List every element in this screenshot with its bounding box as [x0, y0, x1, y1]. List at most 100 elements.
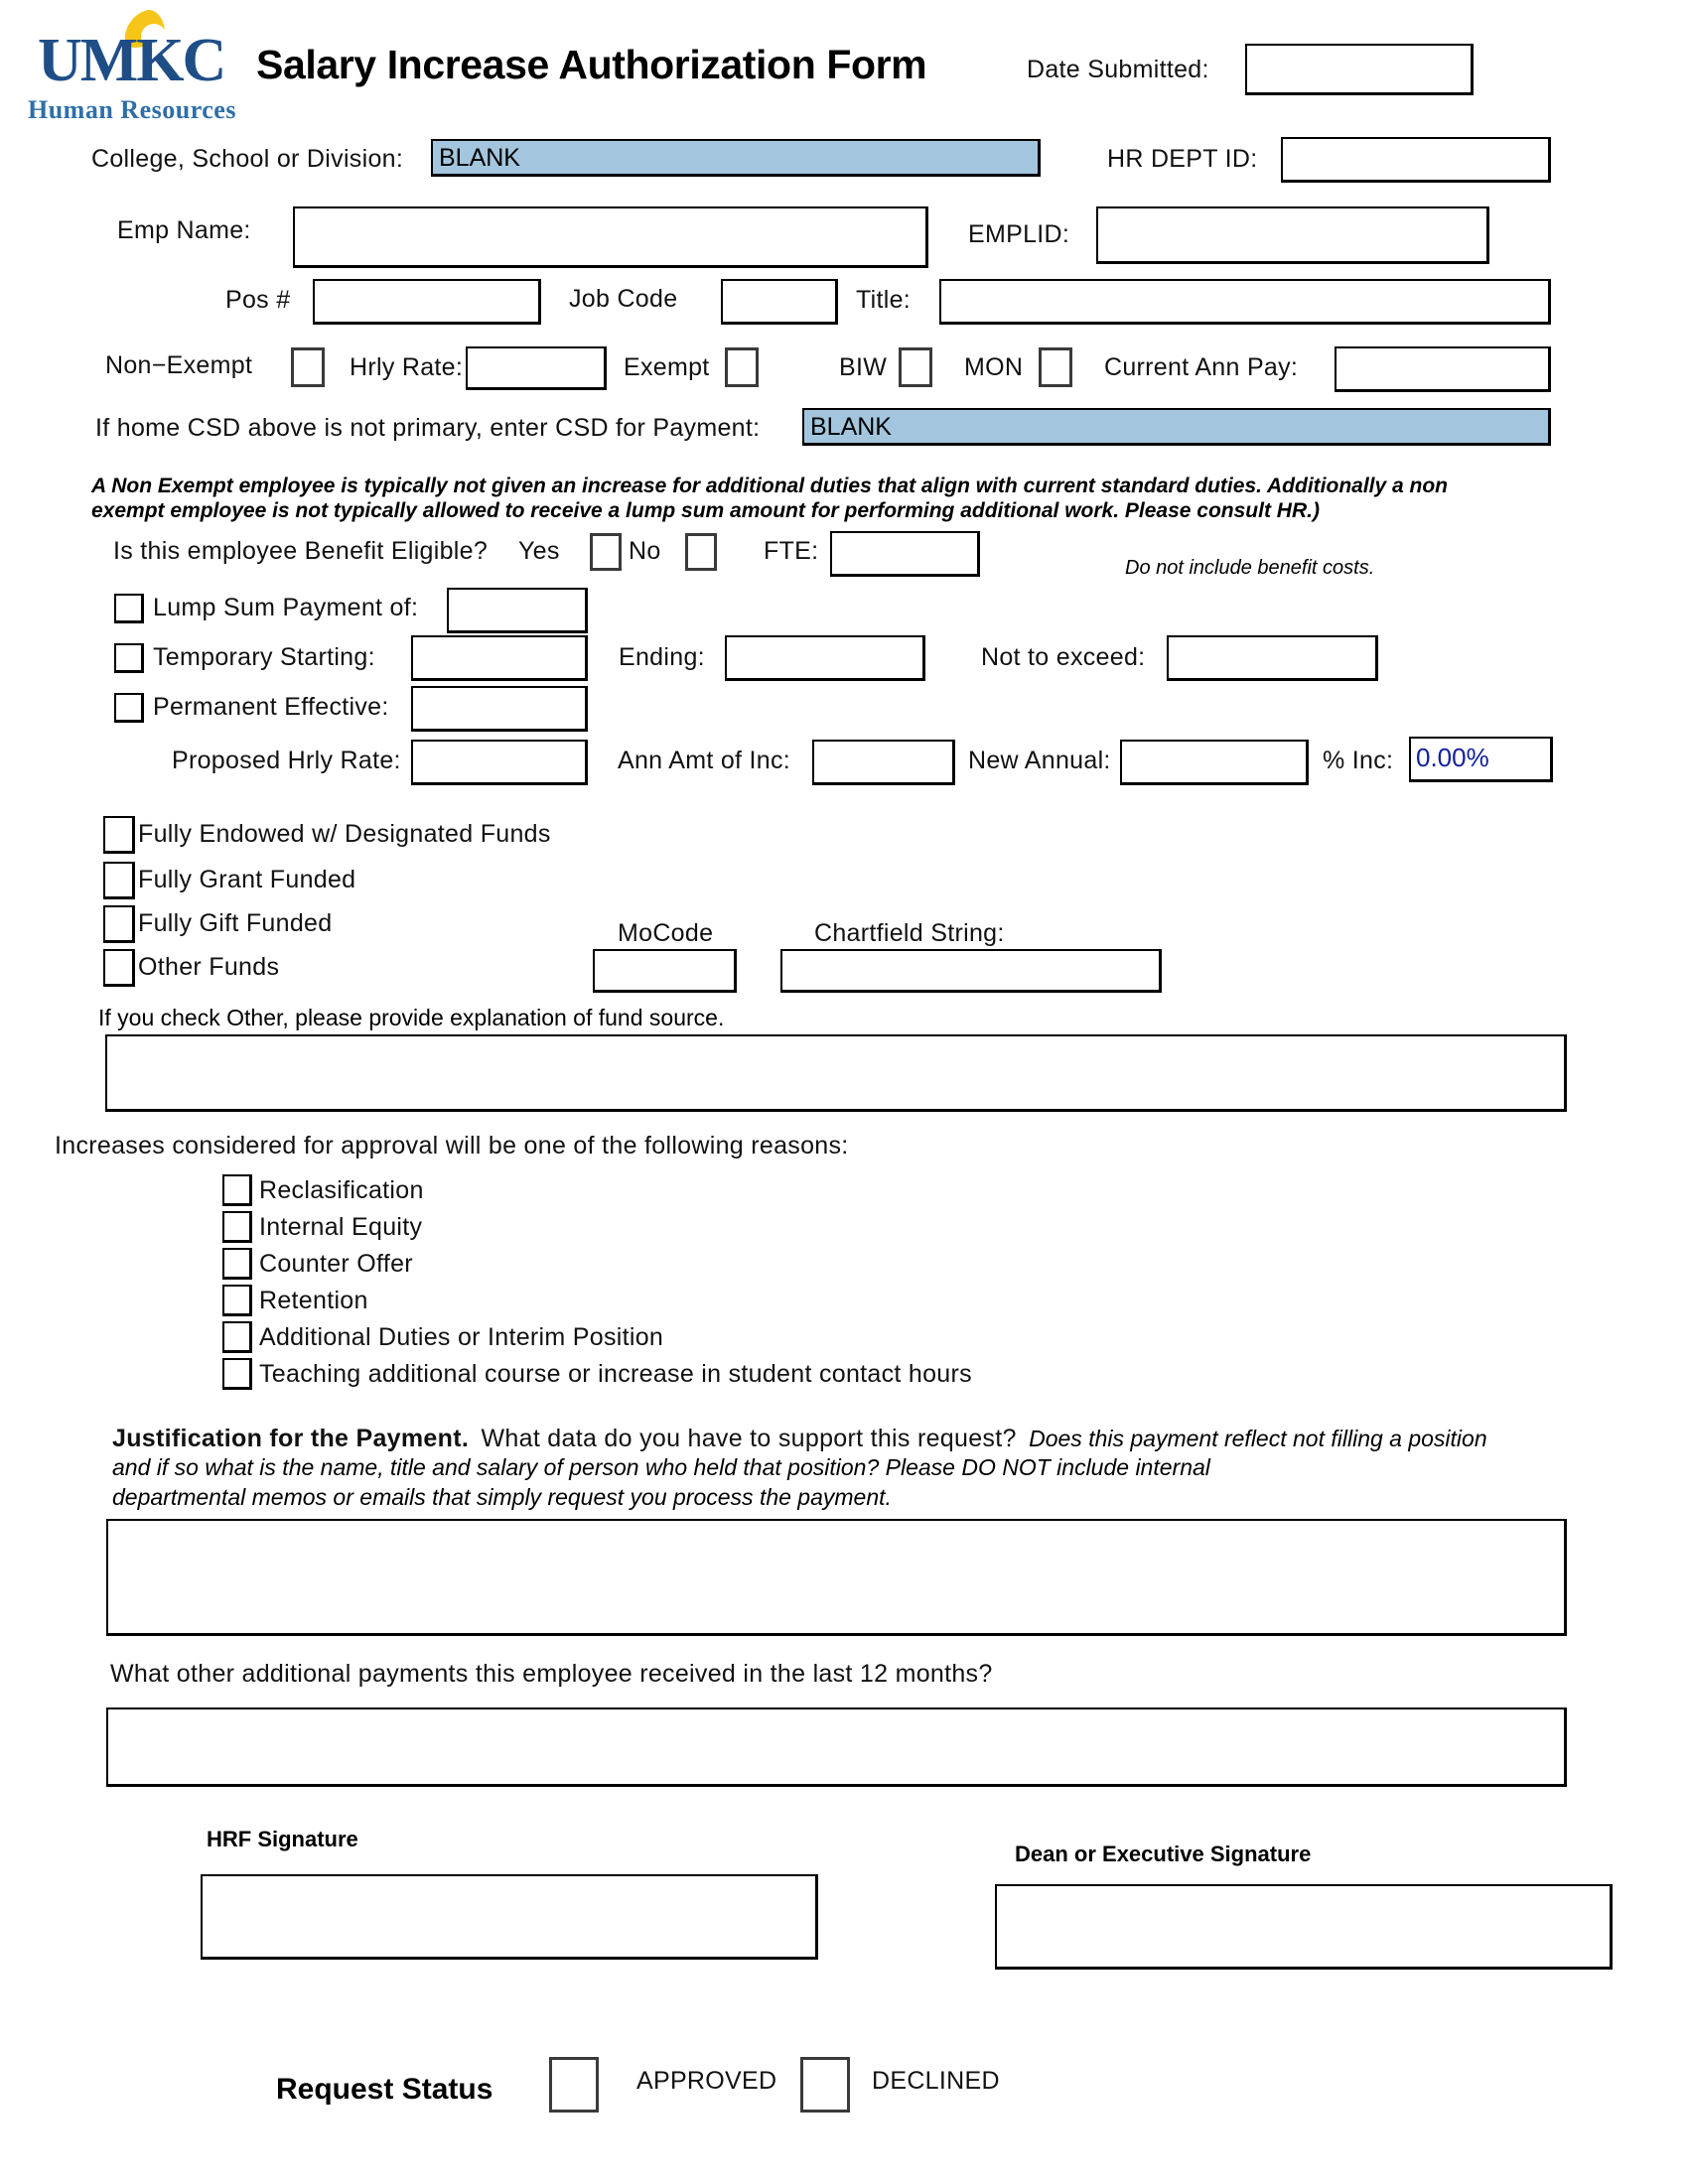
job-code-field[interactable]: [721, 279, 838, 325]
benefit-yes-checkbox[interactable]: [590, 533, 622, 571]
emp-name-label: Emp Name:: [117, 216, 251, 244]
not-to-exceed-label: Not to exceed:: [981, 643, 1146, 671]
ending-field[interactable]: [725, 635, 925, 681]
benefit-no-checkbox[interactable]: [685, 533, 717, 571]
reason-teaching-checkbox[interactable]: [222, 1358, 252, 1390]
approved-label: APPROVED: [636, 2067, 777, 2095]
other-explanation-textarea[interactable]: [105, 1034, 1567, 1112]
fte-label: FTE:: [764, 537, 819, 565]
current-ann-pay-field[interactable]: [1335, 346, 1551, 392]
fully-grant-funded-label: Fully Grant Funded: [138, 866, 356, 893]
biw-label: BIW: [839, 353, 888, 381]
csd-field[interactable]: BLANK: [431, 139, 1041, 177]
hrf-signature-field[interactable]: [201, 1874, 818, 1960]
page-title: Salary Increase Authorization Form: [256, 42, 927, 87]
new-annual-label: New Annual:: [968, 747, 1111, 774]
csd-payment-label: If home CSD above is not primary, enter …: [95, 414, 761, 442]
approved-checkbox[interactable]: [549, 2057, 599, 2113]
fully-gift-funded-checkbox[interactable]: [103, 905, 135, 943]
permanent-effective-label: Permanent Effective:: [153, 693, 389, 721]
reason-additional-duties-checkbox[interactable]: [222, 1321, 252, 1353]
umkc-hr-subtitle: Human Resources: [28, 95, 236, 124]
hr-dept-id-field[interactable]: [1281, 137, 1551, 183]
date-submitted-label: Date Submitted:: [1027, 56, 1209, 83]
job-code-label: Job Code: [569, 285, 678, 313]
csd-payment-field[interactable]: BLANK: [802, 408, 1551, 446]
justification-question: What data do you have to support this re…: [481, 1425, 1017, 1452]
temporary-starting-checkbox[interactable]: [114, 643, 144, 673]
temporary-starting-field[interactable]: [411, 635, 588, 681]
fully-endowed-checkbox[interactable]: [103, 816, 135, 854]
biw-checkbox[interactable]: [899, 347, 932, 387]
benefit-no-label: No: [629, 537, 661, 565]
permanent-effective-checkbox[interactable]: [114, 693, 144, 723]
current-ann-pay-label: Current Ann Pay:: [1104, 353, 1299, 381]
other-funds-checkbox[interactable]: [103, 949, 135, 987]
reason-internal-equity-checkbox[interactable]: [222, 1211, 252, 1243]
not-to-exceed-field[interactable]: [1167, 635, 1378, 681]
new-annual-field[interactable]: [1120, 740, 1309, 785]
mon-label: MON: [964, 353, 1024, 381]
pct-inc-field[interactable]: 0.00%: [1409, 737, 1553, 782]
non-exempt-note-line2: exempt employee is not typically allowed…: [91, 499, 1320, 522]
ann-amt-of-inc-field[interactable]: [812, 740, 955, 785]
benefit-yes-label: Yes: [518, 537, 560, 565]
justification-italic-line1: Does this payment reflect not filling a …: [1029, 1426, 1487, 1451]
chartfield-label: Chartfield String:: [814, 919, 1005, 947]
title-field[interactable]: [939, 279, 1551, 325]
date-submitted-field[interactable]: [1245, 44, 1474, 95]
other-payments-textarea[interactable]: [106, 1707, 1567, 1787]
proposed-hrly-rate-field[interactable]: [411, 740, 588, 785]
reason-reclasification-checkbox[interactable]: [222, 1174, 252, 1206]
hr-dept-id-label: HR DEPT ID:: [1107, 145, 1258, 173]
request-status-label: Request Status: [276, 2073, 493, 2106]
reason-retention-checkbox[interactable]: [222, 1285, 252, 1316]
reason-counter-offer-label: Counter Offer: [259, 1250, 413, 1278]
reasons-heading: Increases considered for approval will b…: [55, 1132, 849, 1160]
ann-amt-of-inc-label: Ann Amt of Inc:: [618, 747, 791, 774]
pct-inc-value: 0.00%: [1416, 743, 1489, 772]
fte-field[interactable]: [830, 531, 980, 577]
pct-inc-label: % Inc:: [1323, 747, 1394, 774]
justification-italic-line3: departmental memos or emails that simply…: [112, 1484, 892, 1510]
dean-signature-label: Dean or Executive Signature: [1015, 1842, 1312, 1866]
lump-sum-checkbox[interactable]: [114, 594, 144, 623]
mocode-field[interactable]: [593, 949, 737, 993]
umkc-wordmark: UMKC: [38, 27, 226, 94]
title-label: Title:: [856, 286, 912, 314]
pos-label: Pos #: [225, 286, 291, 314]
benefit-eligible-question: Is this employee Benefit Eligible?: [113, 537, 489, 565]
chartfield-field[interactable]: [780, 949, 1162, 993]
temporary-starting-label: Temporary Starting:: [153, 643, 375, 671]
reason-internal-equity-label: Internal Equity: [259, 1213, 423, 1241]
mon-checkbox[interactable]: [1039, 347, 1072, 387]
exempt-checkbox[interactable]: [725, 347, 759, 387]
non-exempt-checkbox[interactable]: [291, 347, 325, 387]
lump-sum-field[interactable]: [447, 588, 588, 633]
mocode-label: MoCode: [618, 919, 714, 947]
salary-increase-authorization-form: UMKC Human Resources Salary Increase Aut…: [0, 0, 1688, 2184]
umkc-logo: UMKC: [38, 5, 236, 103]
ending-label: Ending:: [619, 643, 705, 671]
emplid-field[interactable]: [1096, 206, 1489, 264]
dean-signature-field[interactable]: [995, 1884, 1613, 1970]
justification-textarea[interactable]: [106, 1519, 1567, 1636]
hrly-rate-label: Hrly Rate:: [350, 353, 464, 381]
declined-checkbox[interactable]: [800, 2057, 850, 2113]
other-explanation-label: If you check Other, please provide expla…: [98, 1005, 725, 1030]
emplid-label: EMPLID:: [968, 220, 1070, 248]
justification-heading: Justification for the Payment. What data…: [112, 1425, 1487, 1453]
justification-bold-lead: Justification for the Payment.: [112, 1425, 470, 1452]
fully-grant-funded-checkbox[interactable]: [103, 862, 135, 899]
permanent-effective-field[interactable]: [411, 686, 588, 732]
reason-retention-label: Retention: [259, 1287, 368, 1314]
reason-counter-offer-checkbox[interactable]: [222, 1248, 252, 1280]
non-exempt-label: Non−Exempt: [105, 351, 253, 379]
other-funds-label: Other Funds: [138, 953, 280, 981]
non-exempt-note-line1: A Non Exempt employee is typically not g…: [91, 475, 1449, 497]
pos-field[interactable]: [313, 279, 541, 325]
reason-additional-duties-label: Additional Duties or Interim Position: [259, 1323, 664, 1351]
hrly-rate-field[interactable]: [466, 346, 607, 390]
emp-name-field[interactable]: [293, 206, 928, 268]
proposed-hrly-rate-label: Proposed Hrly Rate:: [172, 747, 401, 774]
